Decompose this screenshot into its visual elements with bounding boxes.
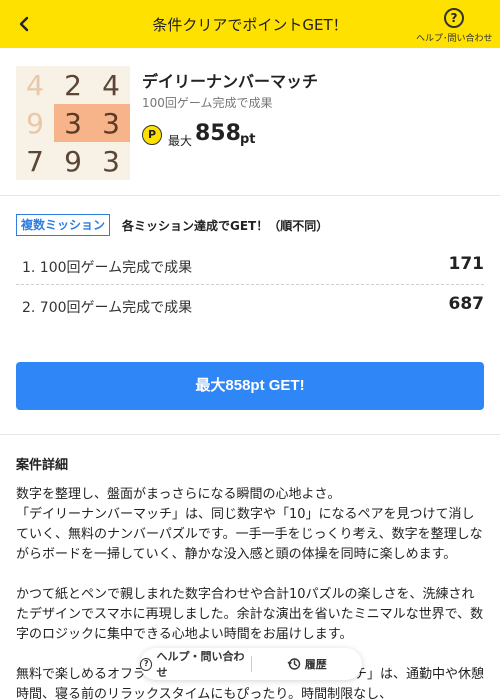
mission-label: 1. 100回ゲーム完成で成果 <box>22 260 193 276</box>
product-card: 4 2 4 9 3 3 7 9 3 デイリーナンバーマッチ 100回ゲーム完成で… <box>0 48 500 196</box>
puzzle-cell-highlighted: 3 <box>92 104 130 142</box>
history-button[interactable]: 履歴 <box>252 656 363 672</box>
details-paragraph: 数字を整理し、盤面がまっさらになる瞬間の心地よさ。 「デイリーナンバーマッチ」は… <box>16 487 483 562</box>
details-heading: 案件詳細 <box>16 458 69 473</box>
question-circle-icon: ? <box>140 657 153 671</box>
section-divider <box>0 434 500 435</box>
multi-mission-badge: 複数ミッション <box>16 214 111 236</box>
get-points-button[interactable]: 最大858pt GET! <box>16 362 484 410</box>
max-prefix: 最大 <box>168 134 193 148</box>
points-unit: pt <box>240 132 256 147</box>
help-contact-button[interactable]: ? ヘルプ･問い合わせ <box>416 8 493 44</box>
max-points-value: 858 <box>195 121 241 146</box>
puzzle-cell: 2 <box>64 68 82 102</box>
history-icon <box>287 658 300 670</box>
header-bar: 条件クリアでポイントGET！ ? ヘルプ･問い合わせ <box>0 0 500 48</box>
puzzle-cell: 3 <box>102 144 120 178</box>
floating-action-bar: ? ヘルプ・問い合わせ 履歴 <box>140 648 362 680</box>
puzzle-cell: 9 <box>64 144 82 178</box>
puzzle-cell: 9 <box>26 106 44 140</box>
bottom-help-label: ヘルプ・問い合わせ <box>156 650 245 679</box>
mission-label: 2. 700回ゲーム完成で成果 <box>22 300 193 316</box>
bottom-help-button[interactable]: ? ヘルプ・問い合わせ <box>140 648 251 680</box>
mission-note: 各ミッション達成でGET！（順不同） <box>122 219 329 233</box>
mission-row: 1. 100回ゲーム完成で成果 171 <box>16 247 484 285</box>
product-title: デイリーナンバーマッチ <box>142 72 319 91</box>
point-coin-icon: P <box>142 125 162 145</box>
mission-points: 687 <box>448 294 485 314</box>
puzzle-thumbnail: 4 2 4 9 3 3 7 9 3 <box>16 66 130 180</box>
question-circle-icon: ? <box>444 8 464 28</box>
puzzle-cell: 7 <box>26 144 44 178</box>
history-label: 履歴 <box>304 658 327 671</box>
details-paragraph: かつて紙とペンで親しまれた数字合わせや合計10パズルの楽しさを、洗練されたデザイ… <box>16 587 484 642</box>
puzzle-cell: 4 <box>102 68 120 102</box>
mission-row: 2. 700回ゲーム完成で成果 687 <box>16 287 484 325</box>
product-subtitle: 100回ゲーム完成で成果 <box>142 96 273 110</box>
mission-points: 171 <box>448 254 485 274</box>
help-contact-label: ヘルプ･問い合わせ <box>416 34 493 44</box>
puzzle-cell: 4 <box>26 68 44 102</box>
puzzle-cell-highlighted: 3 <box>54 104 92 142</box>
